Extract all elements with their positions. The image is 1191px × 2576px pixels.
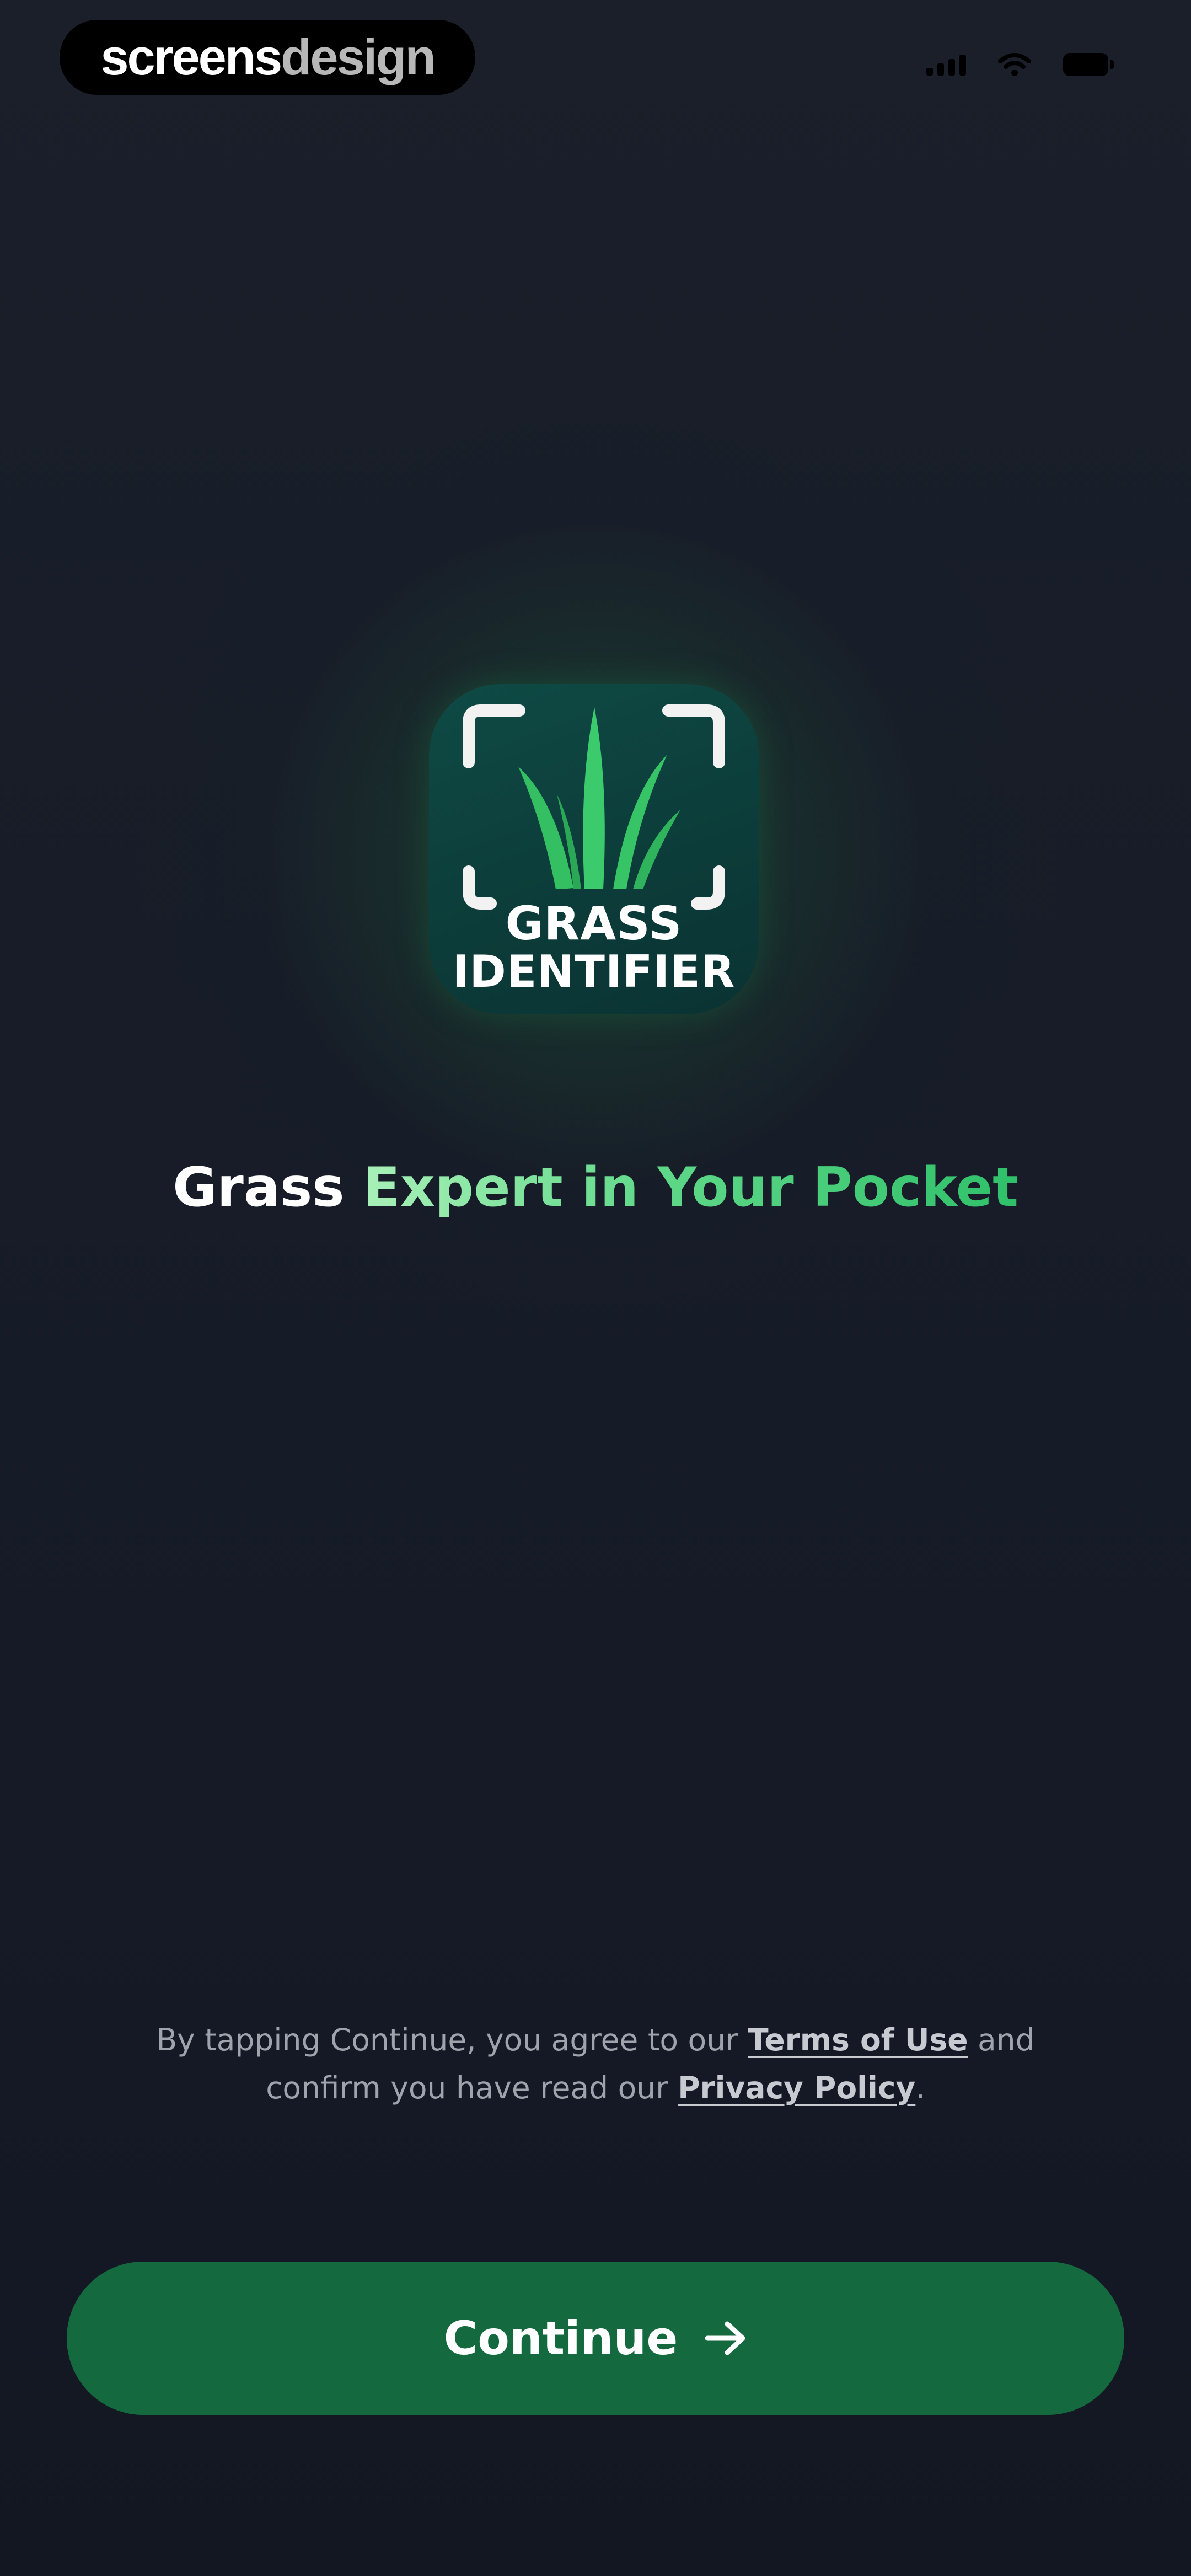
- frame-corner-top-right: [662, 704, 725, 768]
- headline: Grass Expert in Your Pocket: [0, 1158, 1191, 1218]
- signal-icon: [926, 54, 966, 76]
- continue-button[interactable]: Continue: [67, 2262, 1124, 2415]
- headline-part-grass: Grass: [173, 1156, 345, 1219]
- legal-text-4: .: [915, 2070, 925, 2105]
- headline-part-expert: Expert in Your Pocket: [363, 1156, 1018, 1219]
- onboarding-screen: screens design GRASS IDENTIFIER Grass Ex…: [0, 0, 1191, 2576]
- legal-text-1: By tapping Continue, you agree to our: [156, 2022, 738, 2057]
- legal-text-3: confirm you have read our: [266, 2070, 668, 2105]
- legal-line-1: By tapping Continue, you agree to our Te…: [0, 2016, 1191, 2064]
- wifi-icon: [998, 53, 1031, 76]
- legal-notice: By tapping Continue, you agree to our Te…: [0, 2016, 1191, 2112]
- app-icon-line-identifier: IDENTIFIER: [452, 946, 736, 997]
- battery-icon: [1063, 53, 1114, 76]
- status-bar: [926, 52, 1114, 77]
- watermark-part-design: design: [281, 29, 436, 85]
- legal-text-2: and: [978, 2022, 1035, 2057]
- frame-corner-bottom-right: [691, 865, 725, 910]
- frame-corner-top-left: [463, 704, 525, 768]
- app-icon: GRASS IDENTIFIER: [429, 684, 759, 1014]
- app-icon-line-grass: GRASS: [505, 896, 683, 950]
- privacy-policy-link[interactable]: Privacy Policy: [678, 2070, 915, 2105]
- arrow-right-icon: [705, 2321, 745, 2355]
- grass-blade-center: [583, 707, 605, 889]
- screensdesign-watermark: screens design: [60, 20, 475, 95]
- terms-of-use-link[interactable]: Terms of Use: [748, 2022, 968, 2057]
- continue-button-label: Continue: [443, 2311, 678, 2365]
- watermark-part-screens: screens: [100, 29, 282, 85]
- legal-line-2: confirm you have read our Privacy Policy…: [0, 2064, 1191, 2112]
- frame-corner-bottom-left: [463, 865, 497, 910]
